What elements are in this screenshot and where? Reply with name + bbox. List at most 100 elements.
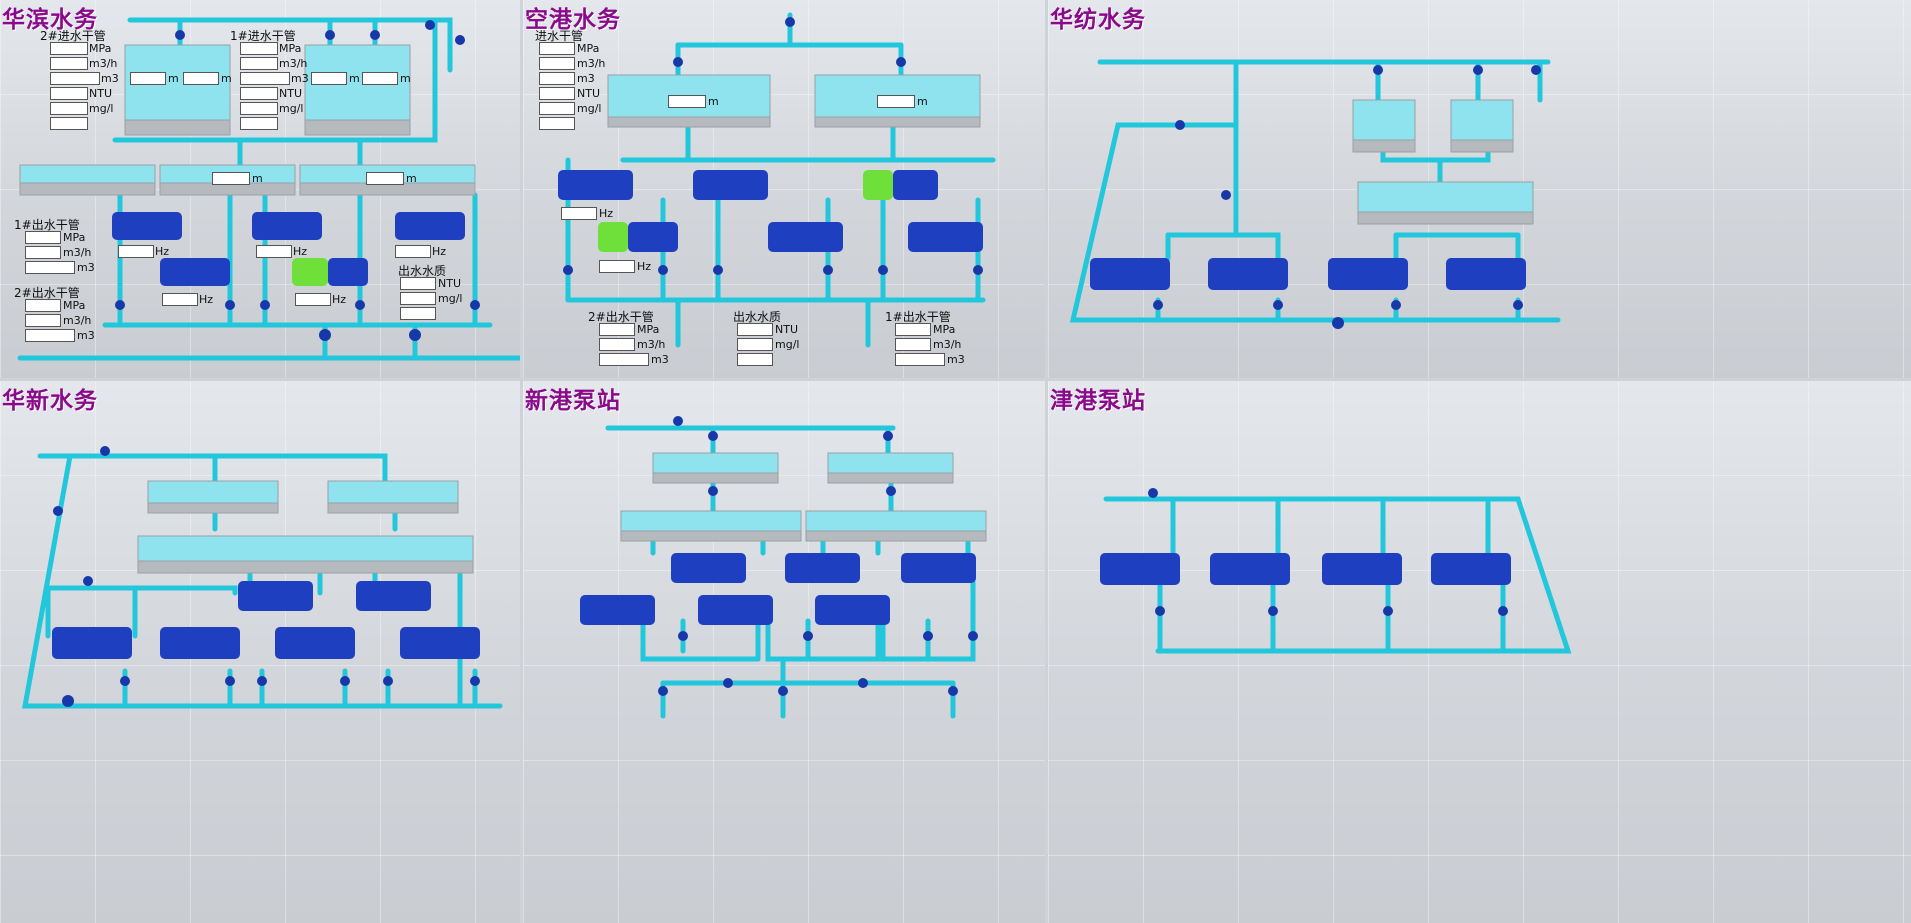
pump[interactable] (160, 258, 230, 286)
freq-field (118, 245, 154, 258)
value-field (400, 307, 436, 320)
pump[interactable] (395, 212, 465, 240)
pump[interactable] (112, 212, 182, 240)
unit-label: m3 (291, 72, 309, 85)
level-field (212, 172, 250, 185)
unit-label: NTU (89, 87, 112, 100)
unit-label: mg/l (279, 102, 304, 115)
value-field (240, 102, 278, 115)
panel-huaxin: 华新水务 (0, 381, 520, 923)
pump[interactable] (768, 222, 843, 252)
pump[interactable] (628, 222, 678, 252)
value-field (539, 72, 575, 85)
value-field (50, 57, 88, 70)
pump[interactable] (580, 595, 655, 625)
pump[interactable] (893, 170, 938, 200)
value-field (50, 87, 88, 100)
panel-konggang: 空港水务 进水干管 MPa m3/h m3 NTU mg/l m m Hz Hz… (523, 0, 1045, 378)
unit-label: m3 (101, 72, 119, 85)
unit-label: m (400, 72, 411, 85)
pump[interactable] (1322, 553, 1402, 585)
unit-label: m3 (77, 261, 95, 274)
value-field (737, 338, 773, 351)
value-field (539, 87, 575, 100)
level-field (183, 72, 219, 85)
pump[interactable] (1100, 553, 1180, 585)
pump[interactable] (1328, 258, 1408, 290)
unit-label: m3 (947, 353, 965, 366)
value-field (25, 299, 61, 312)
pump[interactable] (1431, 553, 1511, 585)
unit-label: mg/l (577, 102, 602, 115)
value-field (539, 117, 575, 130)
pump[interactable] (275, 627, 355, 659)
unit-label: NTU (577, 87, 600, 100)
value-field (25, 261, 75, 274)
value-field (400, 292, 436, 305)
unit-label: mg/l (89, 102, 114, 115)
value-field (25, 246, 61, 259)
value-field (50, 117, 88, 130)
unit-label: m3 (577, 72, 595, 85)
pump[interactable] (1090, 258, 1170, 290)
pump[interactable] (815, 595, 890, 625)
unit-label: m3 (77, 329, 95, 342)
pump-running[interactable] (598, 222, 628, 252)
value-field (539, 57, 575, 70)
pump[interactable] (1446, 258, 1526, 290)
value-field (25, 231, 61, 244)
pump[interactable] (693, 170, 768, 200)
pump[interactable] (252, 212, 322, 240)
value-field (539, 42, 575, 55)
value-field (400, 277, 436, 290)
level-field (668, 95, 706, 108)
pump[interactable] (238, 581, 313, 611)
unit-label: m3 (651, 353, 669, 366)
value-field (737, 323, 773, 336)
pump[interactable] (698, 595, 773, 625)
unit-label: NTU (279, 87, 302, 100)
unit-label: m (917, 95, 928, 108)
xingang-diagram (580, 416, 987, 719)
pump[interactable] (328, 258, 368, 286)
pump[interactable] (400, 627, 480, 659)
unit-label: m (708, 95, 719, 108)
unit-label: m3/h (577, 57, 606, 70)
pump[interactable] (1208, 258, 1288, 290)
panel-title: 华新水务 (2, 387, 98, 414)
pump[interactable] (901, 553, 976, 583)
unit-label: Hz (293, 245, 308, 258)
unit-label: m3/h (89, 57, 118, 70)
unit-label: Hz (432, 245, 447, 258)
huafang-diagram (1069, 59, 1561, 329)
pump[interactable] (52, 627, 132, 659)
panel-huabin: 华滨水务 2#进水干管 1#进水干管 1#出水干管 2#出水干管 出水水质 MP… (0, 0, 520, 378)
unit-label: MPa (933, 323, 956, 336)
unit-label: mg/l (775, 338, 800, 351)
unit-label: MPa (637, 323, 660, 336)
unit-label: Hz (332, 293, 347, 306)
value-field (240, 57, 278, 70)
pump[interactable] (671, 553, 746, 583)
pump-running[interactable] (863, 170, 893, 200)
unit-label: MPa (63, 231, 86, 244)
value-field (240, 72, 290, 85)
unit-label: m (221, 72, 232, 85)
level-field (366, 172, 404, 185)
pump[interactable] (356, 581, 431, 611)
unit-label: m3/h (63, 246, 92, 259)
value-field (599, 338, 635, 351)
pump[interactable] (1210, 553, 1290, 585)
pump-running[interactable] (292, 258, 328, 286)
freq-field (395, 245, 431, 258)
unit-label: m3/h (279, 57, 308, 70)
unit-label: m (252, 172, 263, 185)
value-field (599, 323, 635, 336)
pump[interactable] (908, 222, 983, 252)
freq-field (561, 207, 597, 220)
value-field (895, 338, 931, 351)
pump[interactable] (558, 170, 633, 200)
unit-label: MPa (89, 42, 112, 55)
pump[interactable] (785, 553, 860, 583)
pump[interactable] (160, 627, 240, 659)
